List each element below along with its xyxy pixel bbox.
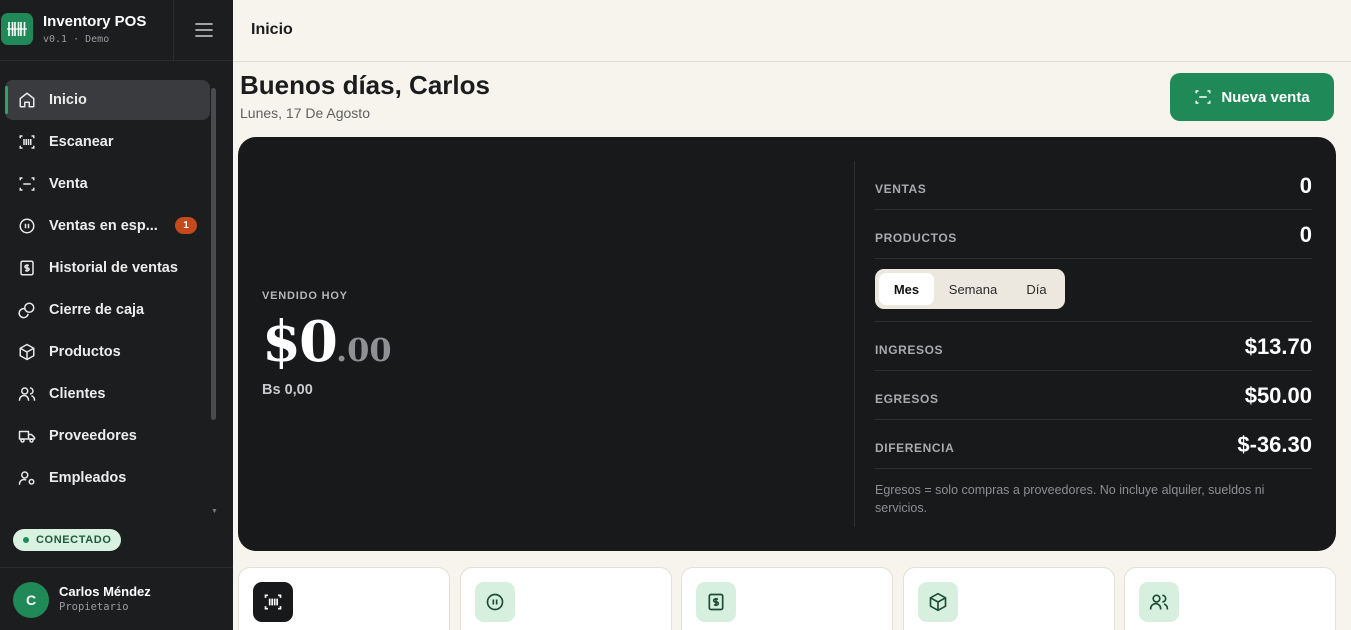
sales-summary-panel: VENDIDO HOY $0.00 Bs 0,00 VENTAS 0 PRODU… bbox=[238, 137, 1336, 551]
box-icon bbox=[17, 342, 37, 362]
sold-today-bs: Bs 0,00 bbox=[262, 382, 313, 398]
sidebar-item-escanear[interactable]: Escanear bbox=[5, 122, 210, 162]
sidebar-scrollbar[interactable] bbox=[211, 88, 216, 420]
pause-circle-icon bbox=[475, 582, 515, 622]
receipt-dollar-icon bbox=[17, 258, 37, 278]
period-tab-dia[interactable]: Día bbox=[1012, 273, 1061, 305]
greeting-heading: Buenos días, Carlos bbox=[240, 70, 490, 100]
stat-value: $50.00 bbox=[1244, 383, 1312, 408]
sidebar-item-label: Inicio bbox=[49, 92, 87, 108]
topbar: Inicio bbox=[233, 0, 1351, 62]
stat-diferencia: DIFERENCIA $-36.30 bbox=[875, 420, 1312, 469]
sidebar-item-label: Productos bbox=[49, 344, 121, 360]
sidebar-item-label: Escanear bbox=[49, 134, 114, 150]
pause-circle-icon bbox=[17, 216, 37, 236]
menu-toggle-button[interactable] bbox=[173, 0, 233, 61]
stat-label: EGRESOS bbox=[875, 392, 939, 406]
user-gear-icon bbox=[17, 468, 37, 488]
sold-amount-decimal: .00 bbox=[335, 331, 392, 369]
sidebar-item-label: Historial de ventas bbox=[49, 260, 178, 276]
stat-label: INGRESOS bbox=[875, 343, 944, 357]
avatar[interactable]: C bbox=[13, 582, 49, 618]
stat-productos: PRODUCTOS 0 bbox=[875, 210, 1312, 259]
quick-card-ventas-en-espera[interactable] bbox=[460, 567, 672, 630]
sidebar-item-historial[interactable]: Historial de ventas bbox=[5, 248, 210, 288]
stat-egresos: EGRESOS $50.00 bbox=[875, 371, 1312, 420]
scroll-down-arrow-icon[interactable]: ▼ bbox=[211, 508, 218, 515]
period-selector: Mes Semana Día bbox=[875, 269, 1065, 309]
scan-frame-icon bbox=[1195, 90, 1211, 104]
receipt-dollar-icon bbox=[696, 582, 736, 622]
quick-card-escanear[interactable] bbox=[238, 567, 450, 630]
truck-icon bbox=[17, 426, 37, 446]
app-title: Inventory POS bbox=[43, 13, 147, 30]
sidebar-item-ventas-en-espera[interactable]: Ventas en esp... 1 bbox=[5, 206, 210, 246]
barcode-logo-icon bbox=[1, 13, 33, 45]
stat-value: 0 bbox=[1299, 173, 1312, 198]
date-text: Lunes, 17 De Agosto bbox=[240, 105, 370, 121]
period-tab-semana[interactable]: Semana bbox=[937, 273, 1009, 305]
stat-value: $-36.30 bbox=[1237, 432, 1312, 457]
sold-today-amount: $0.00 bbox=[262, 309, 392, 375]
stat-value: $13.70 bbox=[1244, 334, 1312, 359]
brand: Inventory POS v0.1 · Demo bbox=[0, 0, 173, 61]
sidebar-item-venta[interactable]: Venta bbox=[5, 164, 210, 204]
sidebar-item-cierre-de-caja[interactable]: Cierre de caja bbox=[5, 290, 210, 330]
status-text: CONECTADO bbox=[36, 534, 112, 546]
users-icon bbox=[17, 384, 37, 404]
sidebar-item-label: Empleados bbox=[49, 470, 127, 486]
sidebar-item-label: Proveedores bbox=[49, 428, 137, 444]
coins-icon bbox=[17, 300, 37, 320]
stat-ingresos: INGRESOS $13.70 bbox=[875, 322, 1312, 371]
sidebar-item-empleados[interactable]: Empleados bbox=[5, 458, 210, 498]
divider bbox=[854, 161, 855, 527]
new-sale-label: Nueva venta bbox=[1221, 88, 1310, 106]
sidebar-nav: Inicio Escanear Venta Ventas en esp... 1… bbox=[0, 79, 233, 519]
users-icon bbox=[1139, 582, 1179, 622]
sidebar-item-clientes[interactable]: Clientes bbox=[5, 374, 210, 414]
status-dot-icon bbox=[23, 537, 29, 543]
barcode-scan-icon bbox=[17, 132, 37, 152]
stat-ventas: VENTAS 0 bbox=[875, 161, 1312, 210]
home-icon bbox=[17, 90, 37, 110]
sold-today-label: VENDIDO HOY bbox=[262, 290, 348, 302]
quick-card-clientes[interactable] bbox=[1124, 567, 1336, 630]
divider bbox=[0, 567, 233, 568]
app-version: v0.1 · Demo bbox=[43, 34, 110, 45]
connection-status-badge: CONECTADO bbox=[13, 529, 121, 551]
hamburger-icon bbox=[194, 23, 213, 37]
sidebar-item-inicio[interactable]: Inicio bbox=[5, 80, 210, 120]
box-icon bbox=[918, 582, 958, 622]
stat-label: PRODUCTOS bbox=[875, 231, 957, 245]
user-role: Propietario bbox=[59, 601, 129, 613]
sold-amount-integer: $0 bbox=[262, 309, 338, 375]
quick-card-productos[interactable] bbox=[903, 567, 1115, 630]
sidebar-item-label: Ventas en esp... bbox=[49, 218, 158, 234]
sidebar-item-label: Venta bbox=[49, 176, 88, 192]
period-tab-mes[interactable]: Mes bbox=[879, 273, 934, 305]
scan-frame-icon bbox=[17, 174, 37, 194]
stat-label: DIFERENCIA bbox=[875, 441, 955, 455]
sidebar-item-proveedores[interactable]: Proveedores bbox=[5, 416, 210, 456]
barcode-scan-icon bbox=[253, 582, 293, 622]
quick-card-historial[interactable] bbox=[681, 567, 893, 630]
sidebar-item-label: Cierre de caja bbox=[49, 302, 145, 318]
sidebar: Inventory POS v0.1 · Demo Inicio Escanea… bbox=[0, 0, 233, 630]
stat-value: 0 bbox=[1299, 222, 1312, 247]
stat-label: VENTAS bbox=[875, 182, 927, 196]
new-sale-button[interactable]: Nueva venta bbox=[1170, 73, 1334, 121]
sidebar-item-label: Clientes bbox=[49, 386, 106, 402]
user-name: Carlos Méndez bbox=[59, 584, 151, 599]
sidebar-item-productos[interactable]: Productos bbox=[5, 332, 210, 372]
expenses-note: Egresos = solo compras a proveedores. No… bbox=[875, 483, 1265, 515]
page-title: Inicio bbox=[251, 21, 293, 38]
pending-count-badge: 1 bbox=[175, 217, 197, 234]
